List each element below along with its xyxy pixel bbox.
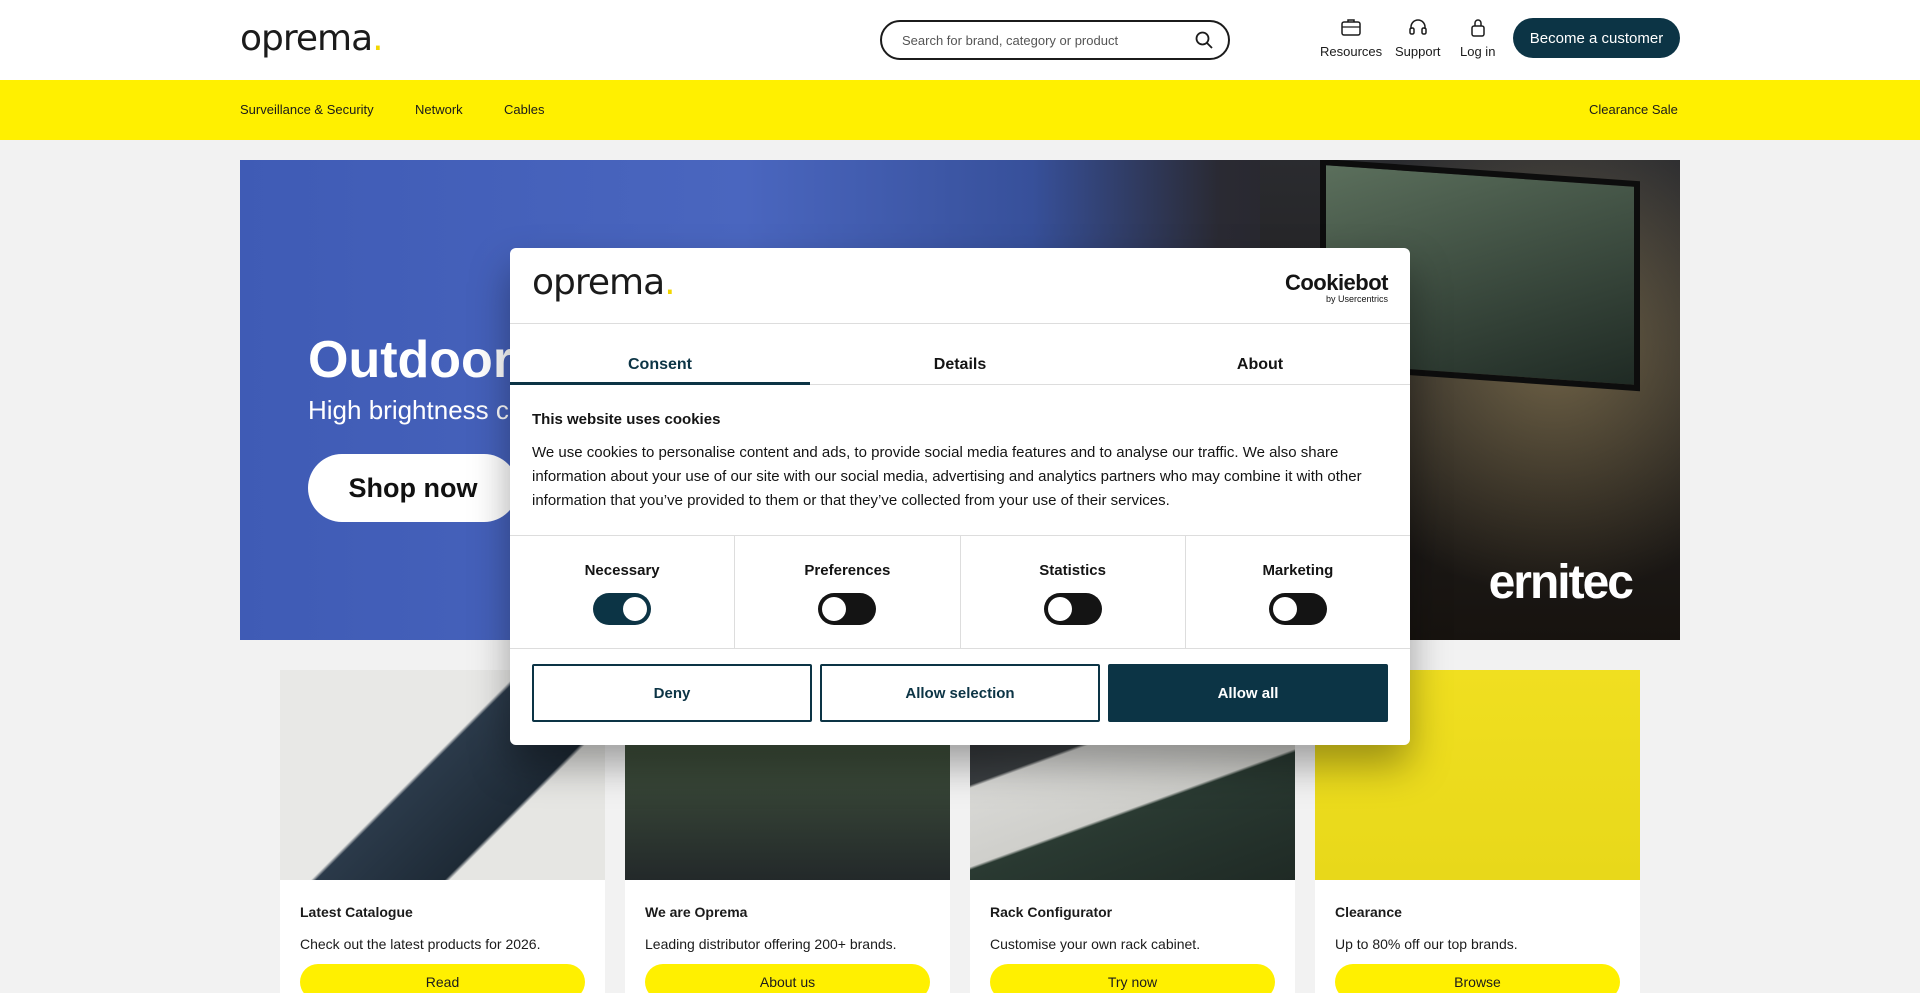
consent-heading: This website uses cookies bbox=[532, 411, 721, 428]
tab-about[interactable]: About bbox=[1110, 324, 1410, 384]
consent-tabs: Consent Details About bbox=[510, 324, 1410, 385]
consent-actions: Deny Allow selection Allow all bbox=[510, 649, 1410, 737]
statistics-switch[interactable] bbox=[1043, 593, 1102, 625]
switch-knob bbox=[822, 597, 847, 621]
switch-knob bbox=[1047, 597, 1072, 621]
toggle-label: Statistics bbox=[1039, 562, 1106, 579]
toggle-statistics: Statistics bbox=[961, 536, 1186, 648]
oprema-logo: oprema. bbox=[532, 262, 676, 303]
cookie-categories: Necessary Preferences Statistics Marketi… bbox=[510, 535, 1410, 649]
toggle-marketing: Marketing bbox=[1186, 536, 1410, 648]
switch-knob bbox=[1272, 597, 1297, 621]
switch-knob bbox=[623, 597, 648, 621]
consent-text: We use cookies to personalise content an… bbox=[532, 444, 1362, 509]
toggle-label: Preferences bbox=[804, 562, 891, 579]
tab-details[interactable]: Details bbox=[810, 324, 1110, 384]
tab-consent[interactable]: Consent bbox=[510, 324, 810, 385]
cookiebot-name: Cookiebot bbox=[1284, 270, 1389, 295]
allow-selection-button[interactable]: Allow selection bbox=[820, 664, 1100, 722]
toggle-label: Necessary bbox=[584, 562, 660, 579]
cookie-consent-dialog: oprema. Cookiebot by Usercentrics Consen… bbox=[510, 248, 1410, 745]
modal-overlay: oprema. Cookiebot by Usercentrics Consen… bbox=[0, 0, 1920, 993]
toggle-necessary: Necessary bbox=[510, 536, 736, 648]
preferences-switch[interactable] bbox=[818, 593, 877, 625]
necessary-switch[interactable] bbox=[593, 593, 652, 625]
allow-all-button[interactable]: Allow all bbox=[1108, 664, 1388, 722]
toggle-preferences: Preferences bbox=[735, 536, 961, 648]
deny-button[interactable]: Deny bbox=[532, 664, 812, 722]
dialog-header: oprema. Cookiebot by Usercentrics bbox=[510, 248, 1410, 324]
cookiebot-logo[interactable]: Cookiebot by Usercentrics bbox=[1284, 270, 1389, 304]
marketing-switch[interactable] bbox=[1268, 593, 1327, 625]
consent-body: This website uses cookies We use cookies… bbox=[510, 385, 1410, 535]
toggle-label: Marketing bbox=[1262, 562, 1334, 579]
